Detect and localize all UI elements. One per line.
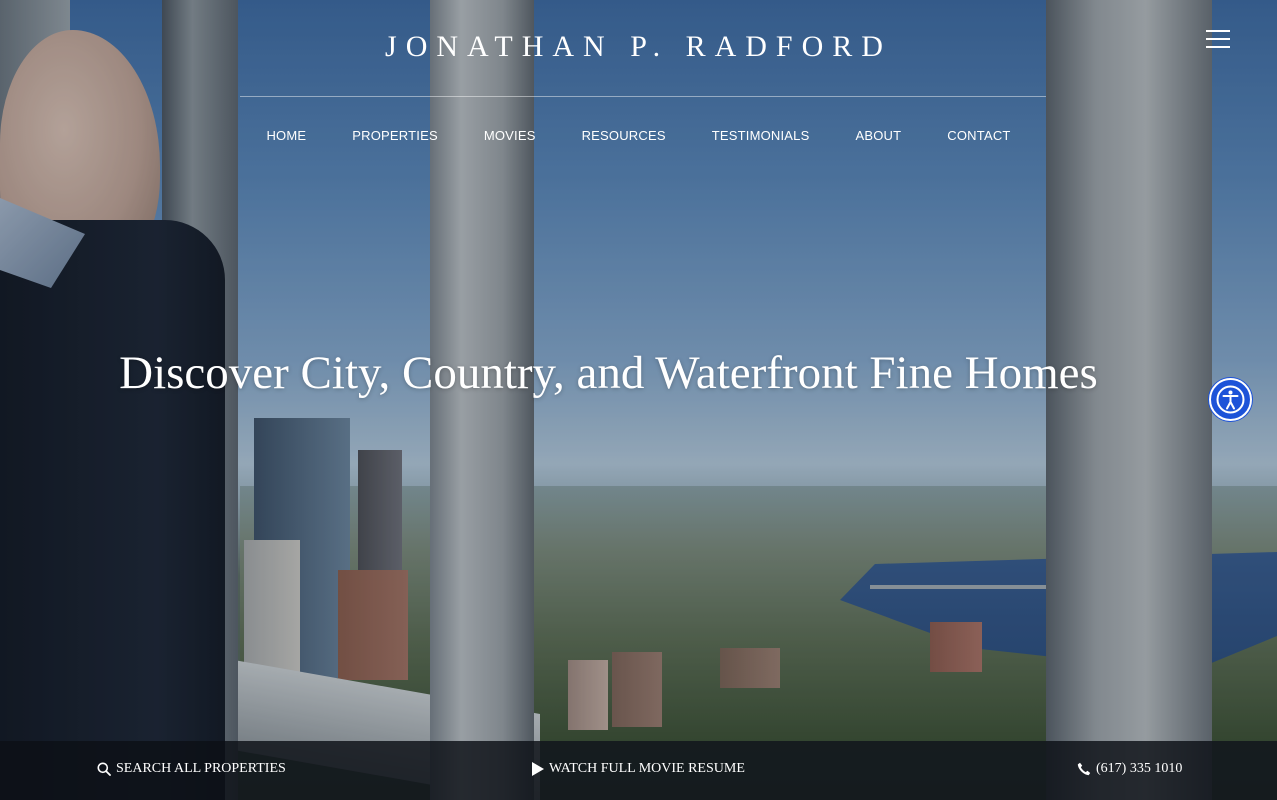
phone-number: (617) 335 1010 [1096,761,1183,776]
nav-item-properties[interactable]: PROPERTIES [352,128,438,143]
hero-headline: Discover City, Country, and Waterfront F… [119,347,1098,399]
bottom-action-bar: SEARCH ALL PROPERTIES WATCH FULL MOVIE R… [0,741,1277,800]
nav-item-home[interactable]: HOME [266,128,306,143]
main-navigation: HOME PROPERTIES MOVIES RESOURCES TESTIMO… [0,128,1277,143]
nav-item-testimonials[interactable]: TESTIMONIALS [712,128,810,143]
nav-item-about[interactable]: ABOUT [855,128,901,143]
nav-item-movies[interactable]: MOVIES [484,128,536,143]
search-icon [97,762,111,776]
accessibility-icon [1216,385,1245,414]
watch-movie-resume-link[interactable]: WATCH FULL MOVIE RESUME [531,761,745,777]
play-icon [531,762,544,776]
search-all-properties-label: SEARCH ALL PROPERTIES [116,761,286,776]
hero-background [0,0,1277,800]
accessibility-button[interactable] [1209,378,1252,421]
watch-movie-resume-label: WATCH FULL MOVIE RESUME [549,761,745,776]
nav-item-resources[interactable]: RESOURCES [582,128,666,143]
search-all-properties-link[interactable]: SEARCH ALL PROPERTIES [97,761,286,777]
phone-icon [1077,762,1091,776]
phone-link[interactable]: (617) 335 1010 [1077,761,1182,777]
nav-item-contact[interactable]: CONTACT [947,128,1010,143]
site-title[interactable]: JONATHAN P. RADFORD [0,30,1277,64]
header-divider [240,96,1046,97]
hamburger-menu-icon[interactable] [1204,28,1232,50]
hero-overlay [0,0,1277,800]
